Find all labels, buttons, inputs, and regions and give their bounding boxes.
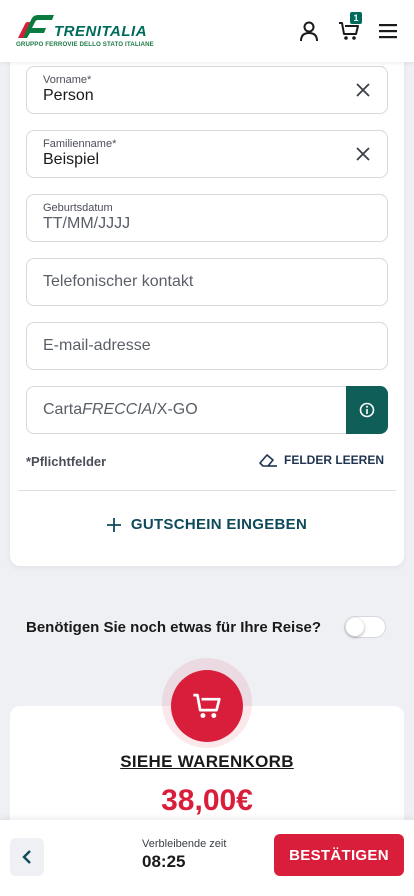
- first-name-label: Vorname*: [43, 74, 92, 86]
- extras-question: Benötigen Sie noch etwas für Ihre Reise?: [26, 618, 322, 636]
- divider: [18, 490, 396, 491]
- trenitalia-logo[interactable]: TRENITALIA GRUPPO FERROVIE DELLO STATO I…: [16, 14, 154, 48]
- first-name-field[interactable]: Vorname* Person: [26, 66, 388, 114]
- clear-fields-label: FELDER LEEREN: [283, 453, 384, 467]
- hamburger-icon: [379, 24, 397, 39]
- birthdate-placeholder[interactable]: TT/MM/JJJJ: [43, 215, 130, 233]
- plus-icon: [106, 517, 121, 532]
- clear-fields-button[interactable]: FELDER LEEREN: [258, 452, 384, 468]
- close-icon[interactable]: [353, 80, 373, 100]
- cart-button[interactable]: 1: [338, 12, 362, 42]
- email-placeholder[interactable]: E-mail-adresse: [43, 337, 151, 355]
- confirm-button[interactable]: BESTÄTIGEN: [274, 834, 404, 876]
- menu-button[interactable]: [378, 20, 400, 42]
- last-name-value[interactable]: Beispiel: [43, 151, 99, 169]
- remaining-time-label: Verbleibende zeit: [142, 838, 227, 850]
- fs-logo-icon: [18, 15, 54, 38]
- back-button[interactable]: [10, 838, 44, 876]
- cart-count-badge: 1: [350, 12, 362, 24]
- last-name-field[interactable]: Familienname* Beispiel: [26, 130, 388, 178]
- app-header: TRENITALIA GRUPPO FERROVIE DELLO STATO I…: [0, 0, 414, 62]
- brand-subtitle: GRUPPO FERROVIE DELLO STATO ITALIANE: [16, 41, 154, 48]
- user-icon: [300, 21, 318, 42]
- card-info-button[interactable]: [346, 386, 388, 434]
- extras-toggle[interactable]: [344, 616, 386, 638]
- cart-icon: [193, 693, 221, 718]
- chevron-left-icon: [22, 850, 31, 864]
- passenger-form-card: Vorname* Person Familienname* Beispiel G…: [10, 40, 404, 566]
- brand-name: TRENITALIA: [54, 22, 148, 40]
- phone-placeholder[interactable]: Telefonischer kontakt: [43, 273, 193, 291]
- loyalty-card-field[interactable]: CartaFRECCIA/X-GO: [26, 386, 388, 434]
- close-icon[interactable]: [353, 144, 373, 164]
- remaining-time-value: 08:25: [142, 852, 186, 871]
- enter-voucher-button[interactable]: GUTSCHEIN EINGEBEN: [10, 516, 404, 533]
- birthdate-label: Geburtsdatum: [43, 202, 113, 214]
- email-field[interactable]: E-mail-adresse: [26, 322, 388, 370]
- remaining-time: Verbleibende zeit 08:25: [142, 838, 226, 872]
- bottom-bar: Verbleibende zeit 08:25 BESTÄTIGEN: [0, 820, 414, 896]
- birthdate-field[interactable]: Geburtsdatum TT/MM/JJJJ: [26, 194, 388, 242]
- last-name-label: Familienname*: [43, 138, 117, 150]
- cart-summary-button[interactable]: [171, 670, 243, 742]
- phone-field[interactable]: Telefonischer kontakt: [26, 258, 388, 306]
- see-cart-link[interactable]: SIEHE WARENKORB: [0, 752, 414, 772]
- info-icon: [359, 402, 375, 418]
- account-button[interactable]: [298, 20, 320, 42]
- extras-row: Benötigen Sie noch etwas für Ihre Reise?: [26, 616, 386, 638]
- voucher-label: GUTSCHEIN EINGEBEN: [130, 516, 308, 533]
- total-price: 38,00€: [161, 784, 253, 817]
- first-name-value[interactable]: Person: [43, 87, 94, 105]
- toggle-knob: [346, 618, 364, 636]
- required-fields-note: *Pflichtfelder: [26, 454, 107, 469]
- eraser-icon: [259, 454, 277, 467]
- loyalty-card-placeholder[interactable]: CartaFRECCIA/X-GO: [43, 401, 198, 419]
